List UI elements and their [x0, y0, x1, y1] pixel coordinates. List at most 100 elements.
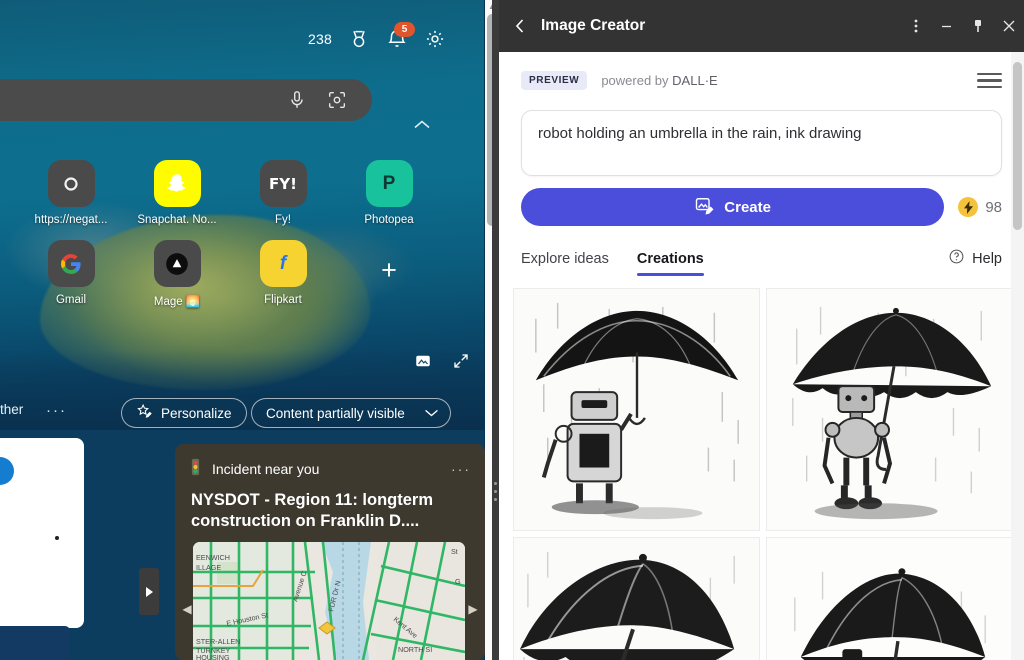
creations-grid [513, 288, 1013, 660]
pin-icon[interactable] [962, 0, 993, 52]
shortcut-row-1: https://negat... Snapchat. No... FY! Fy! [18, 160, 468, 240]
visual-search-icon[interactable] [326, 89, 348, 111]
chevron-up-icon[interactable] [412, 118, 432, 136]
shortcut-label: Photopea [364, 214, 414, 226]
add-shortcut-button[interactable]: + [336, 240, 442, 322]
search-input[interactable] [0, 79, 372, 121]
personalize-label: Personalize [161, 405, 232, 421]
shortcut-row-2: Gmail Mage 🌅 f Flipkart + [18, 240, 468, 322]
shortcut-tile-fy[interactable]: FY! Fy! [230, 160, 336, 226]
circle-ring-icon [47, 160, 95, 207]
shortcut-label: Fy! [275, 214, 291, 226]
shortcut-label: Snapchat. No... [137, 214, 217, 226]
photopea-logo-icon: P [365, 160, 413, 207]
sidebar-body: PREVIEW powered by DALL·E robot holding … [499, 52, 1024, 660]
browser-newtab-pane: 238 5 https://negat... Snapchat. No... F… [0, 0, 492, 660]
incident-card-header: Incident near you ··· [175, 444, 485, 479]
sidebar-titlebar: Image Creator [499, 0, 1024, 52]
card-dot [55, 536, 59, 540]
carousel-next-button[interactable] [139, 568, 159, 615]
help-button[interactable]: Help [948, 248, 1002, 278]
create-button[interactable]: Create [521, 188, 945, 226]
powered-by-label: powered by DALL·E [601, 73, 717, 88]
notifications-bell-icon[interactable]: 5 [386, 22, 415, 50]
content-visibility-label: Content partially visible [266, 405, 405, 421]
weather-widget-label: ther [0, 402, 24, 417]
svg-text:EENWICH: EENWICH [196, 553, 230, 562]
creation-thumbnail-3[interactable] [513, 537, 760, 660]
background-image-icon[interactable] [414, 352, 432, 375]
svg-text:ILLAGE: ILLAGE [196, 563, 221, 572]
splitter-grip-handle[interactable] [494, 482, 497, 501]
question-circle-icon [948, 248, 965, 269]
map-next-button[interactable]: ▶ [465, 596, 481, 622]
expand-arrows-icon[interactable] [452, 352, 470, 375]
traffic-light-icon [189, 458, 202, 479]
shortcut-label: Gmail [55, 294, 87, 306]
incident-headline: NYSDOT - Region 11: longterm constructio… [191, 491, 434, 530]
microphone-icon[interactable] [286, 89, 308, 111]
prompt-text: robot holding an umbrella in the rain, i… [538, 125, 862, 142]
wallpaper-controls [414, 352, 470, 375]
lightning-bolt-icon [958, 197, 979, 217]
shortcut-tile-photopea[interactable]: P Photopea [336, 160, 442, 226]
google-g-icon [47, 240, 95, 287]
vertical-ellipsis-icon[interactable] [900, 0, 931, 52]
svg-text:HOUSING: HOUSING [196, 653, 230, 660]
powered-by-brand: DALL·E [672, 73, 718, 88]
star-pencil-icon [136, 403, 153, 423]
notification-count-badge: 5 [394, 22, 415, 37]
preview-badge: PREVIEW [521, 71, 588, 90]
flipkart-f-icon: f [259, 240, 307, 287]
personalize-button[interactable]: Personalize [121, 398, 247, 428]
shortcut-tile-mage[interactable]: Mage 🌅 [124, 240, 230, 308]
help-label: Help [972, 250, 1002, 267]
shortcut-tile-snapchat[interactable]: Snapchat. No... [124, 160, 230, 226]
hamburger-menu-icon[interactable] [977, 72, 1002, 89]
chevron-left-icon[interactable] [499, 18, 541, 34]
create-button-label: Create [724, 198, 771, 216]
creation-thumbnail-2[interactable] [766, 288, 1013, 531]
svg-text:NORTH SI: NORTH SI [398, 645, 432, 654]
shortcut-tile-flipkart[interactable]: f Flipkart [230, 240, 336, 308]
shortcut-label: https://negat... [34, 214, 108, 226]
minimize-icon[interactable] [931, 0, 962, 52]
preview-row: PREVIEW powered by DALL·E [499, 52, 1024, 90]
shortcut-tile-gmail[interactable]: Gmail [18, 240, 124, 308]
sidebar-tabs: Explore ideas Creations Help [521, 248, 1002, 278]
gear-icon[interactable] [424, 28, 446, 50]
news-card-next [0, 626, 70, 660]
medal-icon[interactable] [348, 28, 370, 50]
sidebar-title: Image Creator [541, 17, 646, 34]
image-creator-sidebar: Image Creator PREVIEW powered by DALL·E … [499, 0, 1024, 660]
content-visibility-dropdown[interactable]: Content partially visible [251, 398, 451, 428]
prompt-input[interactable]: robot holding an umbrella in the rain, i… [521, 110, 1002, 176]
creation-thumbnail-4[interactable] [766, 537, 1013, 660]
svg-text:St: St [451, 547, 458, 556]
image-pencil-icon [694, 195, 714, 219]
close-icon[interactable] [993, 0, 1024, 52]
incident-card[interactable]: Incident near you ··· NYSDOT - Region 11… [175, 444, 485, 660]
creation-thumbnail-1[interactable] [513, 288, 760, 531]
ellipsis-icon[interactable]: ··· [451, 461, 471, 477]
map-prev-button[interactable]: ◀ [179, 596, 195, 622]
incident-map[interactable]: EENWICH ILLAGE STER-ALLEN TURNKEY HOUSING N… [193, 542, 465, 660]
tab-explore-ideas[interactable]: Explore ideas [521, 251, 609, 276]
incident-card-title: Incident near you [212, 460, 320, 477]
fy-logo-icon: FY! [259, 160, 307, 207]
create-row: Create 98 [521, 188, 1002, 226]
shortcut-tile-negat[interactable]: https://negat... [18, 160, 124, 226]
snapchat-ghost-icon [153, 160, 201, 207]
tab-creations[interactable]: Creations [636, 251, 704, 276]
svg-text:STER-ALLEN: STER-ALLEN [196, 637, 240, 646]
right-scrollbar-thumb[interactable] [1013, 62, 1022, 230]
weather-more-icon[interactable]: ··· [46, 402, 67, 419]
mage-triangle-icon [153, 240, 201, 287]
boost-count: 98 [985, 198, 1002, 216]
powered-by-text: powered by [601, 73, 669, 88]
svg-text:G: G [455, 577, 461, 586]
newtab-topbar: 238 5 [308, 22, 446, 50]
chevron-down-icon [423, 406, 440, 421]
boost-counter[interactable]: 98 [958, 197, 1002, 217]
window-controls [900, 0, 1024, 52]
